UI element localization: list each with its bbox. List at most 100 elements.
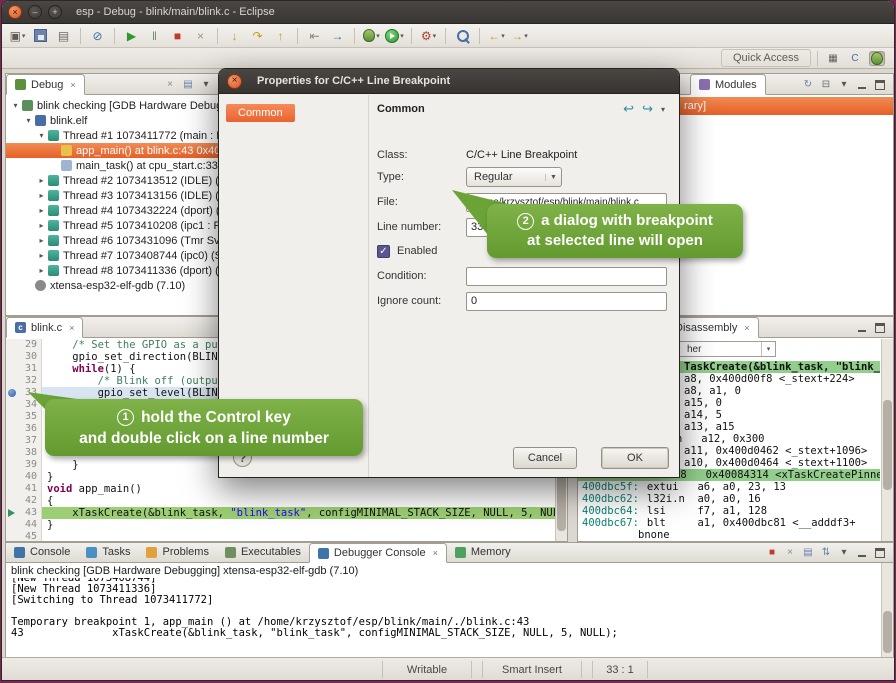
new-wizard-icon-dropdown[interactable]: ▾ — [22, 32, 26, 40]
line-number[interactable]: 29 — [18, 339, 42, 351]
quick-access-button[interactable]: Quick Access — [721, 49, 811, 67]
minimize-view-icon[interactable] — [854, 77, 870, 92]
forward-icon[interactable]: →▾ — [509, 26, 530, 46]
line-number[interactable]: 34 — [18, 399, 42, 411]
ignore-count-input[interactable] — [466, 292, 667, 311]
debug-tree-item[interactable]: xtensa-esp32-elf-gdb (7.10) — [6, 278, 219, 293]
tree-expander-icon[interactable]: ▾ — [36, 131, 47, 140]
forward-icon-dropdown[interactable]: ▾ — [524, 32, 528, 40]
disassembly-line[interactable]: 400dbc5f:extui a6, a0, 23, 13 — [578, 481, 880, 493]
line-number[interactable]: 37 — [18, 435, 42, 447]
code-text[interactable]: { — [42, 495, 567, 507]
line-number[interactable]: 42 — [18, 495, 42, 507]
tree-expander-icon[interactable]: ▸ — [36, 221, 47, 230]
debug-perspective-icon[interactable] — [869, 51, 885, 66]
tab-close-icon[interactable] — [69, 323, 74, 333]
tab-memory[interactable]: Memory — [447, 542, 519, 562]
tab-debugger-console[interactable]: Debugger Console — [309, 543, 447, 563]
tab-close-icon[interactable] — [744, 323, 749, 333]
instruction-stepping-icon[interactable]: → — [327, 26, 348, 46]
debug-tree-item[interactable]: main_task() at cpu_start.c:339 0x4 — [6, 158, 219, 173]
run-icon[interactable]: ▾ — [384, 26, 405, 46]
line-number[interactable]: 43 — [18, 507, 42, 519]
window-minimize-button[interactable]: – — [28, 5, 42, 19]
forward-icon[interactable]: ↪ — [642, 101, 653, 117]
tab-close-icon[interactable] — [70, 80, 75, 90]
disassembly-line[interactable]: 400dbc67:blt a1, 0x400dbc81 <__adddf3+ — [578, 517, 880, 529]
code-text[interactable] — [42, 531, 567, 541]
terminate-icon[interactable]: ■ — [167, 26, 188, 46]
line-number[interactable]: 30 — [18, 351, 42, 363]
tree-expander-icon[interactable]: ▾ — [10, 101, 21, 110]
type-dropdown[interactable]: Regular ▼ — [466, 167, 562, 187]
code-text[interactable]: xTaskCreate(&blink_task, "blink_task", c… — [42, 507, 567, 519]
tab-modules[interactable]: Modules — [690, 74, 766, 95]
resume-icon[interactable]: ▶ — [121, 26, 142, 46]
remove-launch-icon[interactable]: × — [782, 545, 798, 560]
line-number[interactable]: 36 — [18, 423, 42, 435]
collapse-all-icon[interactable]: ⊟ — [818, 77, 834, 92]
tree-expander-icon[interactable]: ▾ — [23, 116, 34, 125]
tab-blink-c[interactable]: c blink.c — [6, 317, 83, 338]
step-return-icon[interactable]: ↑ — [270, 26, 291, 46]
debug-view-menu-icon[interactable]: ▾ — [198, 77, 214, 92]
debug-tree-item[interactable]: app_main() at blink.c:43 0x400db — [6, 143, 219, 158]
debug-tree-item[interactable]: ▸Thread #5 1073410208 (ipc1 : Runni — [6, 218, 219, 233]
disassembly-scrollbar-thumb[interactable] — [883, 400, 892, 491]
ok-button[interactable]: OK — [601, 447, 669, 469]
line-number[interactable]: 35 — [18, 411, 42, 423]
clear-console-icon[interactable]: ▤ — [800, 545, 816, 560]
location-dropdown-icon[interactable]: ▾ — [761, 342, 775, 356]
disconnect-icon[interactable]: × — [190, 26, 211, 46]
open-perspective-icon[interactable]: ▦ — [825, 51, 841, 66]
disassembly-scrollbar[interactable] — [881, 339, 893, 541]
code-text[interactable]: void app_main() — [42, 483, 567, 495]
tree-expander-icon[interactable]: ▸ — [36, 251, 47, 260]
skip-all-breakpoints-icon[interactable]: ⊘ — [87, 26, 108, 46]
line-number[interactable]: 45 — [18, 531, 42, 541]
code-text[interactable]: } — [42, 519, 567, 531]
debug-tree-item[interactable]: ▸Thread #8 1073411336 (dport) (Sus — [6, 263, 219, 278]
terminate-icon[interactable]: ■ — [764, 545, 780, 560]
line-number[interactable]: 31 — [18, 363, 42, 375]
disassembly-line[interactable]: bnone — [578, 529, 880, 541]
tab-executables[interactable]: Executables — [217, 542, 309, 562]
refresh-modules-icon[interactable]: ↻ — [800, 77, 816, 92]
tab-console[interactable]: Console — [6, 542, 78, 562]
back-icon[interactable]: ↩ — [623, 101, 634, 117]
new-wizard-icon[interactable]: ▣▾ — [7, 26, 28, 46]
console-scrollbar-thumb[interactable] — [883, 611, 892, 654]
minimize-view-icon[interactable] — [854, 320, 870, 335]
remove-all-terminated-icon[interactable]: × — [162, 77, 178, 92]
run-icon-dropdown[interactable]: ▾ — [400, 32, 404, 40]
cpp-perspective-icon[interactable]: C — [847, 51, 863, 66]
window-maximize-button[interactable]: + — [48, 5, 62, 19]
tree-expander-icon[interactable]: ▸ — [36, 236, 47, 245]
tab-tasks[interactable]: Tasks — [78, 542, 138, 562]
debug-tree-item[interactable]: ▾Thread #1 1073411772 (main : Runn — [6, 128, 219, 143]
line-number[interactable]: 40 — [18, 471, 42, 483]
save-icon[interactable] — [30, 26, 51, 46]
tab-close-icon[interactable] — [433, 548, 438, 558]
debug-icon[interactable]: ▾ — [361, 26, 382, 46]
line-number[interactable]: 38 — [18, 447, 42, 459]
debug-icon-dropdown[interactable]: ▾ — [376, 32, 380, 40]
console-scrollbar[interactable] — [881, 563, 893, 658]
debug-tree-item[interactable]: ▸Thread #3 1073413156 (IDLE) (Susp — [6, 188, 219, 203]
debug-tree-item[interactable]: ▾blink checking [GDB Hardware Debug — [6, 98, 219, 113]
modules-view-menu-icon[interactable]: ▾ — [836, 77, 852, 92]
step-into-icon[interactable]: ↓ — [224, 26, 245, 46]
debug-tree-item[interactable]: ▾blink.elf — [6, 113, 219, 128]
tree-expander-icon[interactable]: ▸ — [36, 191, 47, 200]
step-over-icon[interactable]: ↷ — [247, 26, 268, 46]
external-tools-icon-dropdown[interactable]: ▾ — [433, 32, 437, 40]
dialog-close-button[interactable]: × — [227, 74, 242, 89]
drop-to-frame-icon[interactable]: ⇤ — [304, 26, 325, 46]
back-icon-dropdown[interactable]: ▾ — [501, 32, 505, 40]
tab-debug[interactable]: Debug — [6, 74, 85, 95]
tab-problems[interactable]: Problems — [138, 542, 216, 562]
tree-expander-icon[interactable]: ▸ — [36, 206, 47, 215]
line-number[interactable]: 39 — [18, 459, 42, 471]
condition-input[interactable] — [466, 267, 667, 286]
minimize-view-icon[interactable] — [854, 545, 870, 560]
